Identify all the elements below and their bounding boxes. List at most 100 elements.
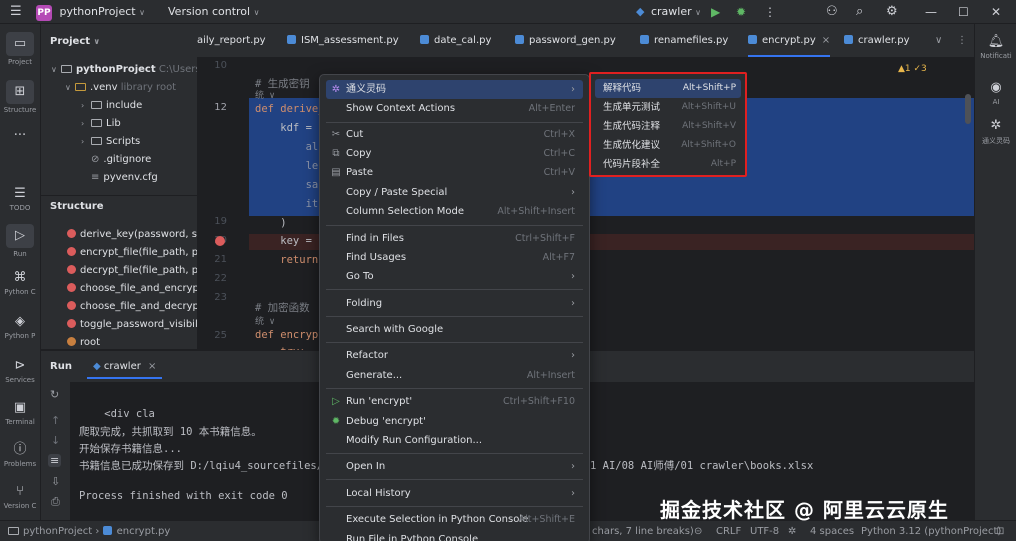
project-panel-title[interactable]: Project ∨ [50, 36, 100, 47]
submenu-item-gen-comments[interactable]: 生成代码注释 Alt+Shift+V [595, 117, 741, 136]
menu-item-folding[interactable]: Folding › [326, 294, 583, 313]
menu-item-local-history[interactable]: Local History › [326, 484, 583, 503]
menu-item-execute-selection[interactable]: Execute Selection in Python Console Alt+S… [326, 510, 583, 529]
menu-item-cut[interactable]: ✂ Cut Ctrl+X [326, 125, 583, 144]
structure-item[interactable]: toggle_password_visibility( [67, 316, 214, 334]
menu-item-open-in[interactable]: Open In › [326, 457, 583, 476]
structure-item[interactable]: decrypt_file(file_path, pass [67, 262, 215, 280]
add-user-icon[interactable]: ⚇ [826, 3, 838, 21]
tabs-dropdown-icon[interactable]: ∨ [935, 24, 942, 57]
menu-item-find-in-files[interactable]: Find in Files Ctrl+Shift+F [326, 229, 583, 248]
tab-date-cal[interactable]: date_cal.py [420, 24, 491, 57]
line-number: 23 [214, 292, 227, 303]
arrow-up-icon[interactable]: ↑ [51, 414, 60, 427]
structure-item[interactable]: derive_key(password, salt) [67, 226, 214, 244]
tab-encrypt[interactable]: encrypt.py × [748, 24, 831, 57]
tool-python-console[interactable]: ⌘ Python C [0, 270, 40, 296]
tongyi-icon[interactable]: ✲ [788, 521, 796, 541]
run-config-selector[interactable]: ◆ crawler ∨ [636, 3, 701, 21]
submenu-item-code-completion[interactable]: 代码片段补全 Alt+P [595, 155, 741, 174]
menu-item-search-google[interactable]: Search with Google [326, 320, 583, 339]
ai-hint[interactable]: 统 ∨ [255, 314, 275, 327]
arrow-down-icon[interactable]: ↓ [51, 434, 60, 447]
gear-icon[interactable]: ⚙ [886, 3, 898, 21]
tool-python-packages[interactable]: ◈ Python P [0, 314, 40, 340]
submenu-item-gen-optimization[interactable]: 生成优化建议 Alt+Shift+O [595, 136, 741, 155]
tool-more[interactable]: ··· [0, 128, 40, 146]
tab-password-gen[interactable]: password_gen.py [515, 24, 616, 57]
tab-renamefiles[interactable]: renamefiles.py [640, 24, 728, 57]
close-icon[interactable]: ✕ [991, 3, 1001, 21]
tree-item[interactable]: ≡ pyvenv.cfg [91, 169, 158, 187]
menu-item-find-usages[interactable]: Find Usages Alt+F7 [326, 248, 583, 267]
breadcrumb[interactable]: pythonProject › encrypt.py [8, 521, 170, 541]
menu-item-refactor[interactable]: Refactor › [326, 346, 583, 365]
submenu-item-gen-unit-test[interactable]: 生成单元测试 Alt+Shift+U [595, 98, 741, 117]
tool-project[interactable]: ▭ Project [0, 32, 40, 66]
tool-services[interactable]: ⊳ Services [0, 358, 40, 384]
scroll-to-end-icon[interactable]: ⇩ [51, 475, 60, 488]
lock-icon[interactable]: ⊡ [996, 521, 1004, 541]
lock-icon[interactable]: ⊝ [694, 521, 702, 541]
tool-terminal[interactable]: ▣ Terminal [0, 400, 40, 426]
tree-item[interactable]: › include [81, 97, 142, 115]
project-switcher[interactable]: PP pythonProject ∨ [36, 3, 145, 21]
structure-item[interactable]: encrypt_file(file_path, pass [67, 244, 215, 262]
tool-structure[interactable]: ⊞ Structure [0, 80, 40, 114]
tool-tongyi[interactable]: ✲ 通义灵码 [976, 118, 1016, 146]
tree-root[interactable]: ∨ pythonProject C:\Users\ [51, 61, 204, 79]
tree-item[interactable]: › Scripts [81, 133, 140, 151]
menu-item-show-context-actions[interactable]: Show Context Actions Alt+Enter [326, 99, 583, 118]
tool-notifications[interactable]: 🔔︎ Notificati [976, 34, 1016, 60]
tool-todo[interactable]: ☰ TODO [0, 186, 40, 212]
maximize-icon[interactable]: ☐ [958, 3, 969, 21]
more-tabs-icon[interactable]: ⋮ [957, 24, 967, 57]
tool-version-control[interactable]: ⑂ Version C [0, 484, 40, 510]
ai-hint[interactable]: 统 ∨ [255, 88, 275, 101]
rerun-icon[interactable]: ↻ [50, 388, 59, 401]
tree-item[interactable]: ⊘ .gitignore [91, 151, 151, 169]
menu-item-copy-paste-special[interactable]: Copy / Paste Special › [326, 183, 583, 202]
tool-problems[interactable]: ⓘ Problems [0, 442, 40, 468]
menu-item-generate[interactable]: Generate... Alt+Insert [326, 366, 583, 385]
menu-item-column-selection[interactable]: Column Selection Mode Alt+Shift+Insert [326, 202, 583, 221]
close-icon[interactable]: × [822, 35, 830, 46]
inspection-widget[interactable]: ▲1 ✓3 [898, 64, 927, 74]
debug-icon[interactable]: ✹ [736, 3, 746, 21]
selection-info[interactable]: chars, 7 line breaks) [592, 521, 694, 541]
close-icon[interactable]: × [148, 361, 156, 372]
menu-item-copy[interactable]: ⧉ Copy Ctrl+C [326, 144, 583, 163]
tool-ai[interactable]: ◉ AI [976, 80, 1016, 106]
python-interpreter[interactable]: Python 3.12 (pythonProject) [861, 521, 1001, 541]
file-encoding[interactable]: UTF-8 [750, 521, 779, 541]
menu-item-run[interactable]: ▷ Run 'encrypt' Ctrl+Shift+F10 [326, 392, 583, 411]
search-icon[interactable]: ⌕ [856, 3, 863, 21]
tab-daily-report[interactable]: aily_report.py [197, 24, 266, 57]
tree-venv[interactable]: ∨ .venv library root [65, 79, 176, 97]
soft-wrap-icon[interactable]: ≡ [48, 454, 62, 467]
menu-item-modify-run-config[interactable]: Modify Run Configuration... [326, 431, 583, 450]
breakpoint-icon[interactable] [215, 236, 225, 246]
vcs-widget[interactable]: Version control ∨ [168, 3, 259, 21]
run-tab-crawler[interactable]: ◆ crawler × [87, 355, 163, 379]
structure-item[interactable]: choose_file_and_encrypt() [67, 280, 211, 298]
menu-item-run-file-console[interactable]: Run File in Python Console [326, 530, 583, 541]
tool-run[interactable]: ▷ Run [0, 224, 40, 258]
indent-setting[interactable]: 4 spaces [810, 521, 854, 541]
minimize-icon[interactable]: — [925, 3, 937, 21]
menu-item-paste[interactable]: ▤ Paste Ctrl+V [326, 163, 583, 182]
line-separator[interactable]: CRLF [716, 521, 741, 541]
tab-crawler[interactable]: crawler.py [844, 24, 909, 57]
run-icon[interactable]: ▶ [711, 3, 720, 21]
menu-item-tongyi[interactable]: ✲ 通义灵码 › [326, 80, 583, 99]
submenu-item-explain-code[interactable]: 解释代码 Alt+Shift+P [595, 79, 741, 98]
menu-item-go-to[interactable]: Go To › [326, 267, 583, 286]
tree-item[interactable]: › Lib [81, 115, 121, 133]
structure-item[interactable]: choose_file_and_decrypt() [67, 298, 211, 316]
print-icon[interactable]: ⎙ [51, 495, 60, 509]
more-actions-icon[interactable]: ⋮ [764, 3, 776, 21]
tab-ism-assessment[interactable]: ISM_assessment.py [287, 24, 399, 57]
main-menu-icon[interactable]: ☰ [10, 3, 22, 21]
scrollbar-thumb[interactable] [965, 94, 971, 124]
menu-item-debug[interactable]: ✹ Debug 'encrypt' [326, 412, 583, 431]
